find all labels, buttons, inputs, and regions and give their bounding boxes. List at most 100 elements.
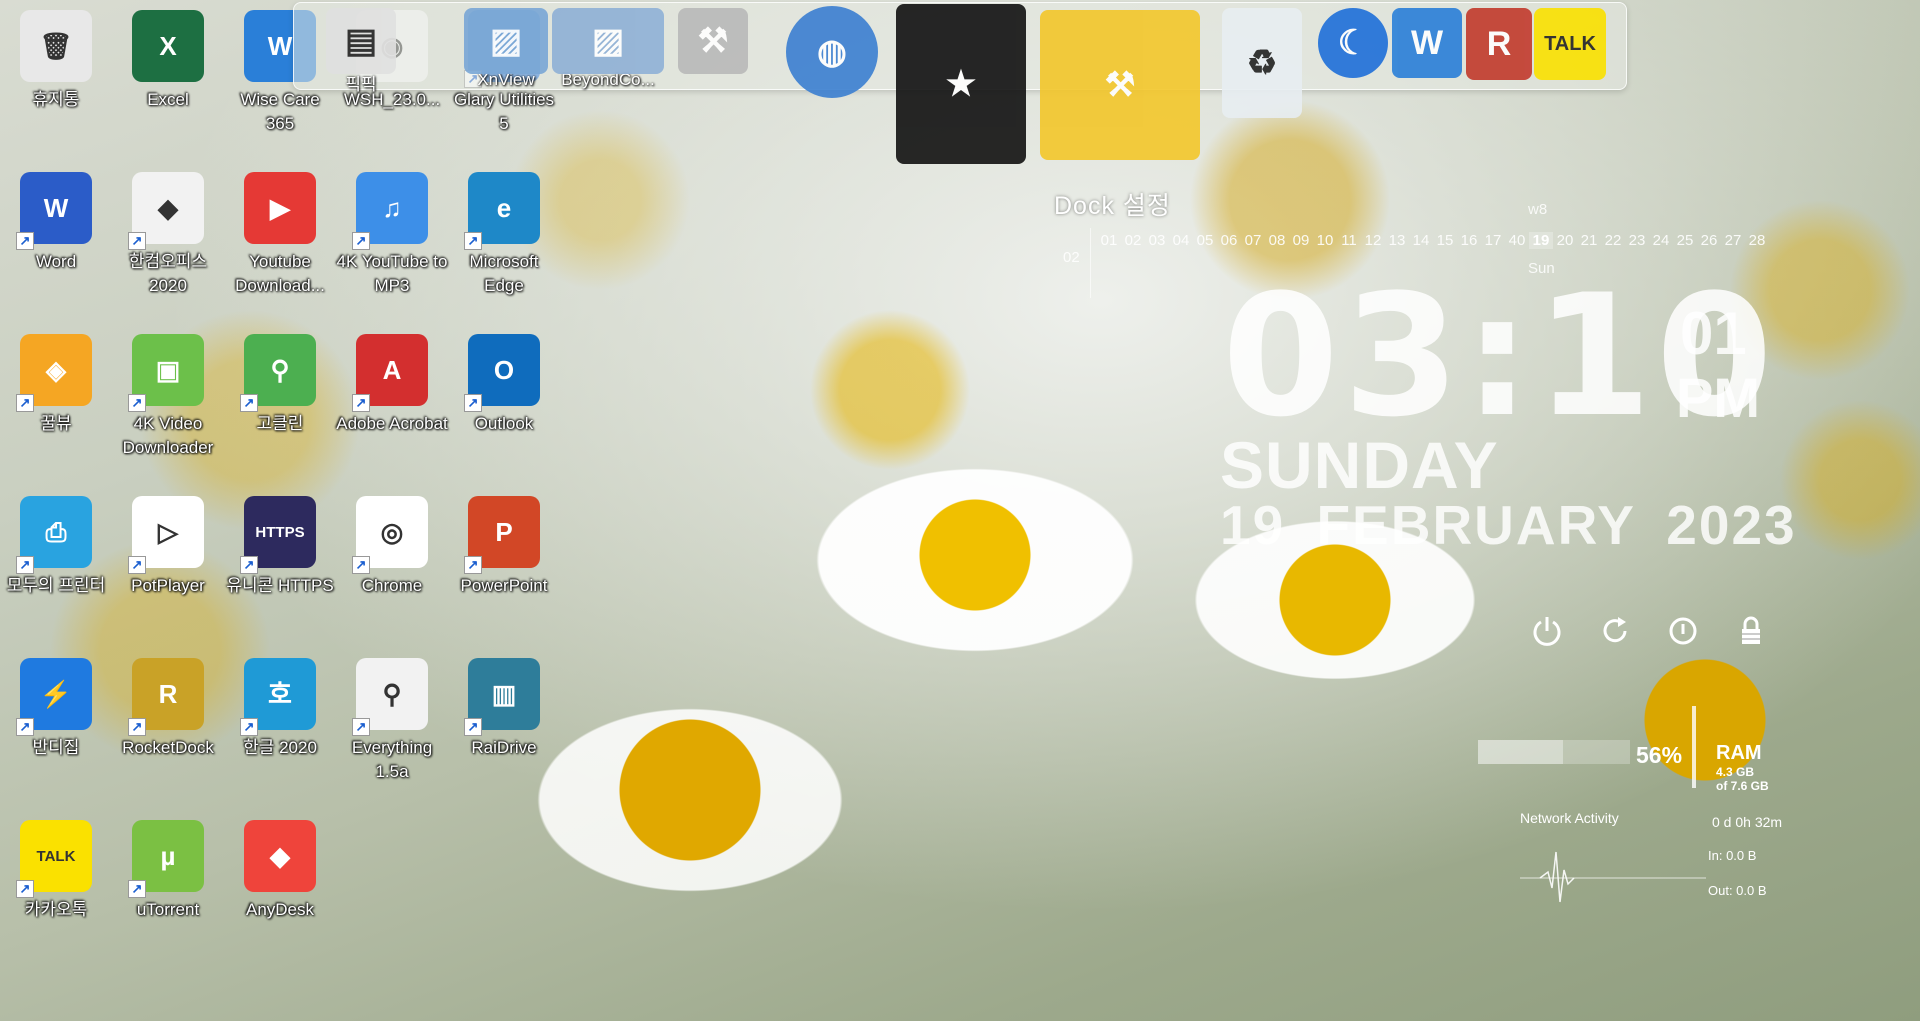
dock-item-recycle-bin[interactable]: ♻ bbox=[1222, 8, 1302, 118]
desktop-icon-word[interactable]: W ↗ Word bbox=[4, 172, 108, 274]
desktop-icon-hancom-office[interactable]: ◆ ↗ 한컴오피스 2020 bbox=[116, 172, 220, 298]
desktop-icon-youtube-downloader[interactable]: ▶ Youtube Download... bbox=[228, 172, 332, 298]
dock-item-tools[interactable]: ⚒ bbox=[678, 8, 748, 74]
desktop-icon-powerpoint[interactable]: P ↗ PowerPoint bbox=[452, 496, 556, 598]
desktop-icon-label: 휴지통 bbox=[32, 90, 80, 109]
desktop-icon-unicorn-https[interactable]: HTTPS ↗ 유니콘 HTTPS bbox=[226, 496, 334, 598]
calendar-day: 13 bbox=[1388, 232, 1406, 249]
dock-item-xnview[interactable]: ▨ XnView bbox=[464, 8, 548, 90]
shortcut-arrow-icon: ↗ bbox=[240, 394, 258, 412]
desktop-icon-kakaotalk[interactable]: TALK ↗ 카카오톡 bbox=[4, 820, 108, 922]
clock-ampm: PM bbox=[1676, 366, 1760, 429]
desktop-icon-rocketdock[interactable]: R ↗ RocketDock bbox=[116, 658, 220, 760]
shortcut-arrow-icon: ↗ bbox=[16, 232, 34, 250]
desktop-icon-4k-video-downloader[interactable]: ▣ ↗ 4K Video Downloader bbox=[116, 334, 220, 460]
desktop-icon-label: 4K Video Downloader bbox=[122, 414, 214, 457]
dock-item-rocketdock-settings[interactable]: R bbox=[1466, 8, 1532, 80]
youtube-downloader-icon: ▶ bbox=[244, 172, 316, 244]
utorrent-icon: µ ↗ bbox=[128, 820, 204, 898]
calendar-day: 21 bbox=[1580, 232, 1598, 249]
desktop-icon-printer[interactable]: ⎙ ↗ 모두의 프린터 bbox=[4, 496, 108, 598]
ram-meter bbox=[1478, 740, 1630, 764]
desktop-icon-label: Word bbox=[35, 252, 77, 271]
desktop-icon-recycle-bin[interactable]: 🗑 휴지통 bbox=[4, 10, 108, 112]
desktop-icon-honeyview[interactable]: ◈ ↗ 꿀뷰 bbox=[4, 334, 108, 436]
desktop-icon-outlook[interactable]: O ↗ Outlook bbox=[452, 334, 556, 436]
calendar-day: 08 bbox=[1268, 232, 1286, 249]
shutdown-icon[interactable] bbox=[1530, 614, 1564, 648]
calendar-day: 09 bbox=[1292, 232, 1310, 249]
desktop-icon-label: PotPlayer bbox=[131, 576, 205, 595]
calendar-day: 40 bbox=[1508, 232, 1526, 249]
desktop-icon-utorrent[interactable]: µ ↗ uTorrent bbox=[116, 820, 220, 922]
shortcut-arrow-icon: ↗ bbox=[16, 718, 34, 736]
network-title: Network Activity bbox=[1520, 810, 1619, 826]
desktop-icon-label: 카카오톡 bbox=[24, 900, 88, 919]
shortcut-arrow-icon: ↗ bbox=[352, 394, 370, 412]
desktop-icon-everything-search[interactable]: ⚲ ↗ Everything 1.5a bbox=[340, 658, 444, 784]
calendar-day: 07 bbox=[1244, 232, 1262, 249]
desktop-icon-label: Adobe Acrobat bbox=[336, 414, 448, 433]
4k-video-downloader-icon: ▣ ↗ bbox=[128, 334, 204, 412]
bandizip-icon: ⚡ ↗ bbox=[16, 658, 92, 736]
shortcut-arrow-icon: ↗ bbox=[128, 232, 146, 250]
desktop-icon-bandizip[interactable]: ⚡ ↗ 반디집 bbox=[4, 658, 108, 760]
dock-item-globe[interactable]: ◍ bbox=[786, 6, 878, 98]
shortcut-arrow-icon: ↗ bbox=[240, 556, 258, 574]
ram-total: of 7.6 GB bbox=[1716, 779, 1769, 793]
rocketdock-settings-icon: R bbox=[1466, 8, 1532, 80]
desktop-icon-potplayer[interactable]: ▷ ↗ PotPlayer bbox=[116, 496, 220, 598]
calendar-day: 24 bbox=[1652, 232, 1670, 249]
excel-icon: X bbox=[132, 10, 204, 82]
desktop-icon-hangul[interactable]: 호 ↗ 한글 2020 bbox=[228, 658, 332, 760]
desktop-icon-label: Wise Care 365 bbox=[240, 90, 320, 133]
calendar-month: 02 bbox=[1063, 249, 1080, 266]
restart-icon[interactable] bbox=[1598, 614, 1632, 648]
xnview-icon: ▨ bbox=[464, 8, 548, 74]
calendar-day: 10 bbox=[1316, 232, 1334, 249]
desktop-icon-label: Microsoft Edge bbox=[469, 252, 539, 295]
dock-item-hammer[interactable]: ⚒ bbox=[1040, 10, 1200, 160]
acrobat-icon: A ↗ bbox=[352, 334, 428, 412]
desktop-icon-label: Glary Utilities 5 bbox=[453, 90, 555, 133]
shortcut-arrow-icon: ↗ bbox=[128, 394, 146, 412]
desktop-icon-edge[interactable]: e ↗ Microsoft Edge bbox=[452, 172, 556, 298]
printer-icon: ⎙ ↗ bbox=[16, 496, 92, 574]
lock-icon[interactable] bbox=[1734, 614, 1768, 648]
calendar-day: 11 bbox=[1341, 232, 1357, 249]
desktop-icon-label: Youtube Download... bbox=[235, 252, 325, 295]
desktop-icon-label: AnyDesk bbox=[245, 900, 315, 919]
dock-item-kakaotalk[interactable]: TALK bbox=[1534, 8, 1606, 80]
calendar-day: 01 bbox=[1100, 232, 1118, 249]
edge-icon: e ↗ bbox=[464, 172, 540, 250]
shortcut-arrow-icon: ↗ bbox=[464, 394, 482, 412]
dock-item-picpick[interactable]: ▤ 픽픽 bbox=[326, 8, 396, 95]
desktop-icon-label: uTorrent bbox=[136, 900, 200, 919]
dock-item-glary-utilities[interactable]: ☾ bbox=[1318, 8, 1388, 78]
calendar-day: 20 bbox=[1556, 232, 1574, 249]
calendar-day: 14 bbox=[1412, 232, 1430, 249]
calendar-day: 22 bbox=[1604, 232, 1622, 249]
standby-icon[interactable] bbox=[1666, 614, 1700, 648]
shortcut-arrow-icon: ↗ bbox=[240, 718, 258, 736]
desktop-icon-raidrive[interactable]: ▥ ↗ RaiDrive bbox=[452, 658, 556, 760]
desktop-icon-acrobat[interactable]: A ↗ Adobe Acrobat bbox=[336, 334, 448, 436]
dock-item-beyond-compare[interactable]: ▨ BeyondCo... bbox=[552, 8, 664, 90]
desktop-icon-4k-youtube-mp3[interactable]: ♫ ↗ 4K YouTube to MP3 bbox=[337, 172, 447, 298]
desktop-icon-goclean[interactable]: ⚲ ↗ 고클린 bbox=[228, 334, 332, 436]
shortcut-arrow-icon: ↗ bbox=[128, 556, 146, 574]
dock-item-wise-care[interactable]: W bbox=[1392, 8, 1462, 78]
desktop-icon-label: Excel bbox=[147, 90, 189, 109]
hammer-icon: ⚒ bbox=[1040, 10, 1200, 160]
desktop-icon-chrome[interactable]: ◎ ↗ Chrome bbox=[340, 496, 444, 598]
dock-settings-label[interactable]: Dock 설정 bbox=[1054, 186, 1171, 222]
desktop-icon-label: 모두의 프린터 bbox=[6, 576, 106, 595]
desktop-icon-label: RaiDrive bbox=[471, 738, 537, 757]
calendar-day: 28 bbox=[1748, 232, 1766, 249]
4k-youtube-mp3-icon: ♫ ↗ bbox=[352, 172, 428, 250]
recycle-bin-icon: 🗑 bbox=[20, 10, 92, 82]
desktop-icon-label: 4K YouTube to MP3 bbox=[336, 252, 448, 295]
desktop-icon-anydesk[interactable]: ◆ AnyDesk bbox=[228, 820, 332, 922]
dock-item-tshirt[interactable]: ★ bbox=[896, 4, 1026, 164]
desktop-icon-excel[interactable]: X Excel bbox=[116, 10, 220, 112]
